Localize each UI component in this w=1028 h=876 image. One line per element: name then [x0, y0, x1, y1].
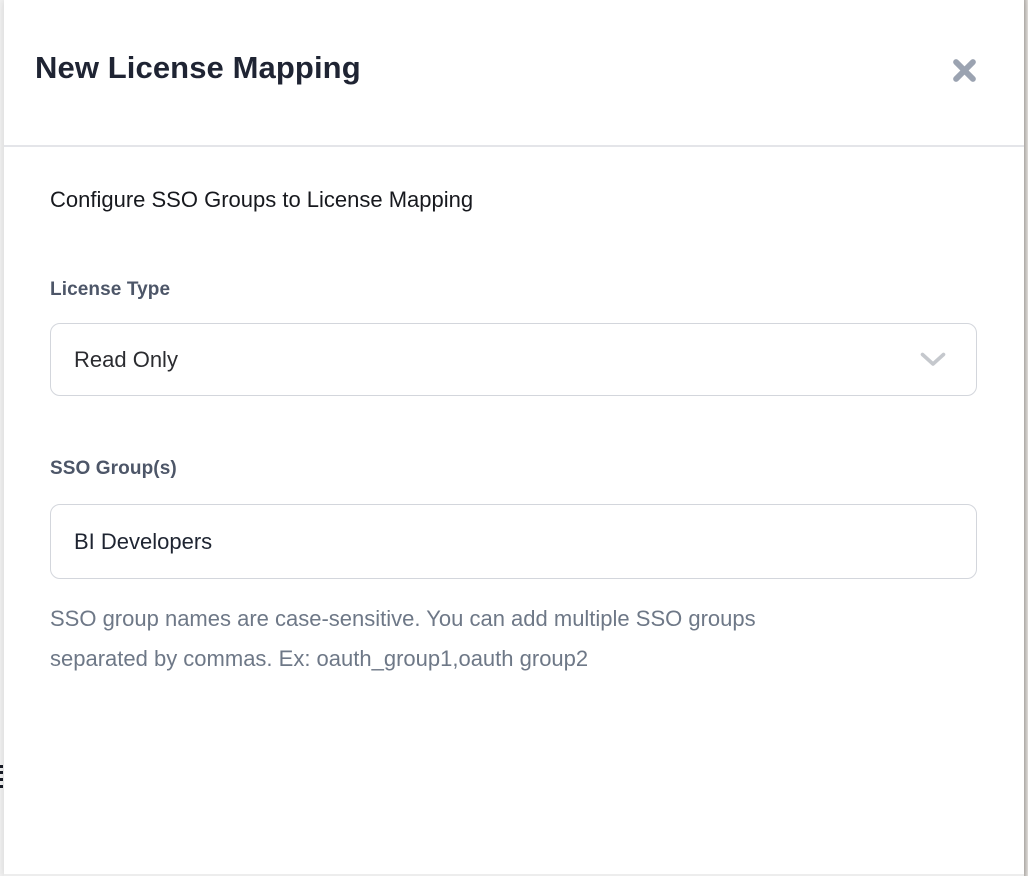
subtitle: Configure SSO Groups to License Mapping [50, 185, 977, 215]
new-license-mapping-modal: New License Mapping Configure SSO Groups… [4, 0, 1024, 876]
close-icon [951, 57, 978, 84]
modal-header: New License Mapping [4, 0, 1024, 146]
sso-groups-label: SSO Group(s) [50, 458, 977, 480]
viewport: New License Mapping Configure SSO Groups… [0, 0, 1028, 876]
background-content-fragment [0, 765, 3, 768]
modal-body: Configure SSO Groups to License Mapping … [4, 146, 1024, 679]
background-right-sliver [1024, 0, 1028, 876]
helper-text-line1: SSO group names are case-sensitive. You … [50, 599, 977, 639]
license-type-select[interactable]: Read Only [50, 323, 977, 396]
chevron-down-icon [920, 352, 946, 367]
background-content-fragment [0, 785, 3, 788]
background-content-fragment [0, 778, 3, 781]
license-type-label: License Type [50, 279, 977, 301]
page-title: New License Mapping [35, 50, 978, 86]
license-type-field-group: License Type Read Only [50, 279, 977, 396]
license-type-selected-value: Read Only [74, 347, 920, 373]
sso-groups-input[interactable] [50, 504, 977, 579]
background-content-fragment [0, 771, 3, 774]
sso-groups-helper-text: SSO group names are case-sensitive. You … [50, 599, 977, 679]
sso-groups-field-group: SSO Group(s) SSO group names are case-se… [50, 458, 977, 679]
helper-text-line2: separated by commas. Ex: oauth_group1,oa… [50, 639, 977, 679]
header-divider [4, 145, 1024, 147]
close-button[interactable] [946, 52, 982, 88]
